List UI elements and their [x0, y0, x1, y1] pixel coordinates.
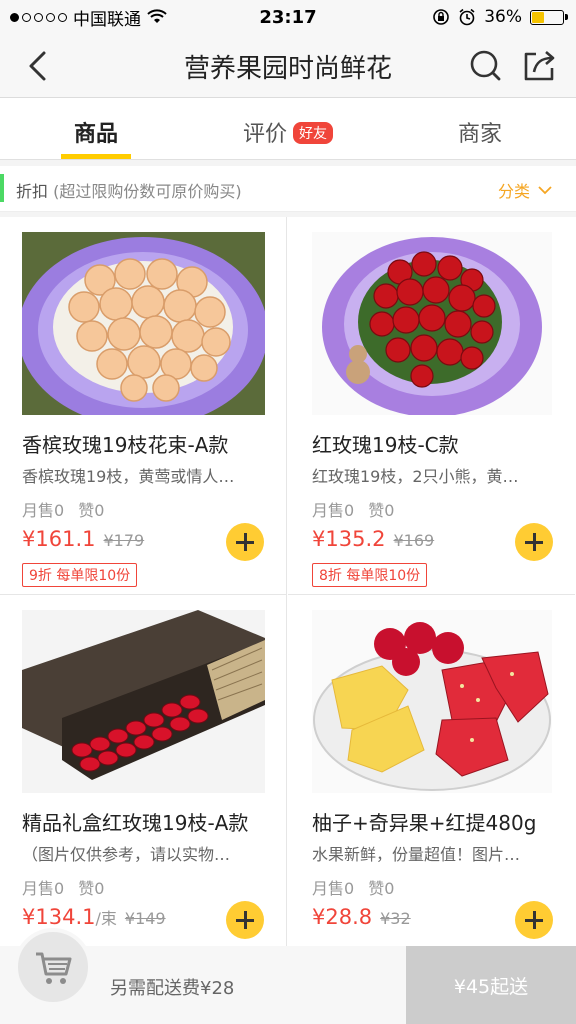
- discount-section-header: 折扣 (超过限购份数可原价购买) 分类: [0, 166, 576, 212]
- product-name: 精品礼盒红玫瑰19枝-A款: [22, 811, 249, 835]
- section-title: 折扣: [16, 182, 49, 201]
- tab-products[interactable]: 商品: [0, 98, 192, 159]
- product-card[interactable]: 红玫瑰19枝-C款 红玫瑰19枝，2只小熊，黄… 月售0 赞0 ¥135.2 ¥1…: [288, 217, 575, 595]
- battery-icon: [530, 9, 568, 25]
- product-card[interactable]: 柚子+奇异果+红提480g 水果新鲜，份量超值！图片… 月售0 赞0 ¥28.8 …: [288, 595, 575, 947]
- product-desc: 红玫瑰19枝，2只小熊，黄…: [312, 467, 519, 486]
- battery-percent: 36%: [484, 7, 522, 27]
- price: ¥134.1: [22, 905, 96, 929]
- product-image-fruit-box: [312, 610, 552, 793]
- nav-bar: 营养果园时尚鲜花: [0, 34, 576, 98]
- product-desc: 水果新鲜，份量超值！图片…: [312, 845, 521, 864]
- original-price: ¥149: [124, 909, 166, 928]
- likes: 赞0: [78, 501, 105, 520]
- product-desc: 香槟玫瑰19枝，黄莺或情人…: [22, 467, 235, 486]
- original-price: ¥169: [393, 531, 435, 550]
- product-grid: 香槟玫瑰19枝花束-A款 香槟玫瑰19枝，黄莺或情人… 月售0 赞0 ¥161.1…: [0, 217, 576, 947]
- monthly-sales: 月售0: [22, 879, 65, 898]
- rotation-lock-icon: [433, 9, 450, 25]
- likes: 赞0: [368, 501, 395, 520]
- tab-label: 评价: [242, 122, 287, 147]
- original-price: ¥32: [380, 909, 411, 928]
- product-name: 香槟玫瑰19枝花束-A款: [22, 433, 229, 457]
- tab-reviews[interactable]: 评价 好友: [192, 98, 384, 159]
- add-to-cart-button[interactable]: [226, 901, 264, 939]
- tab-bar: 商品 评价 好友 商家: [0, 98, 576, 160]
- alarm-icon: [459, 8, 475, 26]
- cart-icon: [36, 952, 72, 984]
- cart-summary: 另需配送费¥28: [0, 928, 406, 1024]
- tab-label: 商家: [457, 122, 502, 147]
- monthly-sales: 月售0: [22, 501, 65, 520]
- product-image-gift-box-roses: [22, 610, 265, 793]
- search-icon[interactable]: [468, 48, 502, 82]
- product-name: 红玫瑰19枝-C款: [312, 433, 459, 457]
- tab-label: 商品: [73, 122, 118, 147]
- discount-tag: 8折 每单限10份: [312, 563, 428, 587]
- product-card[interactable]: 精品礼盒红玫瑰19枝-A款 （图片仅供参考，请以实物… 月售0 赞0 ¥134.1…: [0, 595, 287, 947]
- add-to-cart-button[interactable]: [226, 523, 264, 561]
- price: ¥135.2: [312, 527, 386, 551]
- price: ¥28.8: [312, 905, 373, 929]
- status-bar: 中国联通 23:17 36%: [0, 0, 576, 34]
- add-to-cart-button[interactable]: [515, 523, 553, 561]
- product-card[interactable]: 香槟玫瑰19枝花束-A款 香槟玫瑰19枝，黄莺或情人… 月售0 赞0 ¥161.1…: [0, 217, 287, 595]
- price: ¥161.1: [22, 527, 96, 551]
- price-unit: /束: [95, 909, 117, 928]
- category-dropdown[interactable]: 分类: [498, 178, 552, 202]
- section-note: (超过限购份数可原价购买): [53, 182, 242, 201]
- monthly-sales: 月售0: [312, 501, 355, 520]
- product-image-red-roses: [312, 232, 552, 415]
- min-order-button[interactable]: ¥45起送: [406, 946, 576, 1024]
- likes: 赞0: [368, 879, 395, 898]
- monthly-sales: 月售0: [312, 879, 355, 898]
- tab-merchant[interactable]: 商家: [384, 98, 576, 159]
- friends-badge: 好友: [293, 122, 333, 144]
- share-icon[interactable]: [522, 48, 558, 82]
- delivery-fee: 另需配送费¥28: [110, 978, 235, 999]
- product-desc: （图片仅供参考，请以实物…: [22, 845, 231, 864]
- cart-bar: 另需配送费¥28 ¥45起送: [0, 928, 576, 1024]
- product-name: 柚子+奇异果+红提480g: [312, 811, 537, 835]
- cart-button[interactable]: [14, 928, 92, 1006]
- category-label: 分类: [497, 182, 530, 201]
- chevron-down-icon: [538, 186, 552, 195]
- section-indicator: [0, 174, 4, 202]
- tab-indicator: [61, 154, 131, 159]
- add-to-cart-button[interactable]: [515, 901, 553, 939]
- product-image-champagne-roses: [22, 232, 265, 415]
- original-price: ¥179: [103, 531, 145, 550]
- discount-tag: 9折 每单限10份: [22, 563, 138, 587]
- likes: 赞0: [78, 879, 105, 898]
